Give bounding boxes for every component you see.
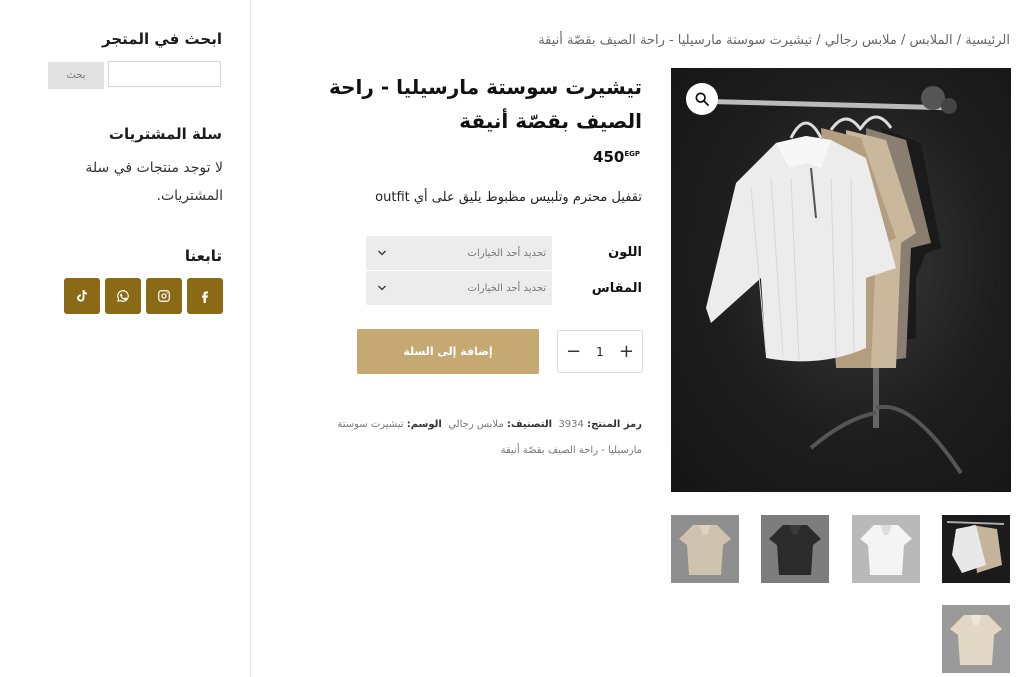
chevron-down-icon — [378, 285, 386, 291]
tiktok-icon[interactable] — [64, 278, 100, 314]
price-currency: EGP — [624, 150, 640, 158]
cart-empty-text: لا توجد منتجات في سلة المشتريات. — [85, 160, 223, 204]
search-heading: ابحث في المتجر — [102, 30, 222, 48]
decrease-quantity-button[interactable]: − — [566, 341, 581, 362]
product-description: تقفيل محترم وتلبيس مظبوط يليق على أي out… — [375, 190, 642, 205]
zoom-icon[interactable] — [686, 83, 718, 115]
follow-heading: تابعنا — [184, 247, 222, 265]
product-thumbnail[interactable] — [942, 605, 1010, 673]
product-price: 450EGP — [593, 148, 642, 166]
product-thumbnail[interactable] — [942, 515, 1010, 583]
breadcrumb[interactable]: الرئيسية / الملابس / ملابس رجالي / تيشير… — [538, 33, 1010, 48]
size-label: المقاس — [591, 281, 642, 296]
color-select-value: تحديد أحد الخيارات — [467, 247, 546, 259]
quantity-stepper[interactable]: − 1 + — [557, 330, 643, 373]
product-main-image[interactable] — [671, 68, 1011, 492]
instagram-icon[interactable] — [146, 278, 182, 314]
product-thumbnail[interactable] — [671, 515, 739, 583]
color-label: اللون — [608, 245, 642, 260]
product-meta: رمز المنتج: 3934 التصنيف: ملابس رجالي ال… — [308, 412, 642, 464]
increase-quantity-button[interactable]: + — [619, 341, 634, 362]
sku-label: رمز المنتج: — [587, 419, 642, 430]
search-input[interactable] — [108, 61, 221, 87]
product-thumbnail[interactable] — [761, 515, 829, 583]
cart-heading: سلة المشتريات — [108, 125, 222, 143]
size-select-value: تحديد أحد الخيارات — [467, 282, 546, 294]
product-thumbnail[interactable] — [852, 515, 920, 583]
size-select[interactable]: تحديد أحد الخيارات — [366, 271, 552, 305]
tag-label: الوسم: — [406, 419, 442, 430]
facebook-icon[interactable] — [187, 278, 223, 314]
category-label: التصنيف: — [506, 419, 553, 430]
sku-value: 3934 — [558, 419, 584, 430]
product-title: تيشيرت سوستة مارسيليا - راحة الصيف بقصّة… — [328, 75, 642, 133]
search-button[interactable]: بحث — [48, 62, 104, 89]
category-link[interactable]: ملابس رجالي — [448, 419, 503, 430]
add-to-cart-button[interactable]: إضافة إلى السلة — [357, 329, 539, 374]
quantity-value[interactable]: 1 — [596, 345, 604, 359]
price-value: 450 — [593, 148, 625, 166]
sidebar-divider — [250, 0, 251, 677]
chevron-down-icon — [378, 250, 386, 256]
color-select[interactable]: تحديد أحد الخيارات — [366, 236, 552, 270]
whatsapp-icon[interactable] — [105, 278, 141, 314]
